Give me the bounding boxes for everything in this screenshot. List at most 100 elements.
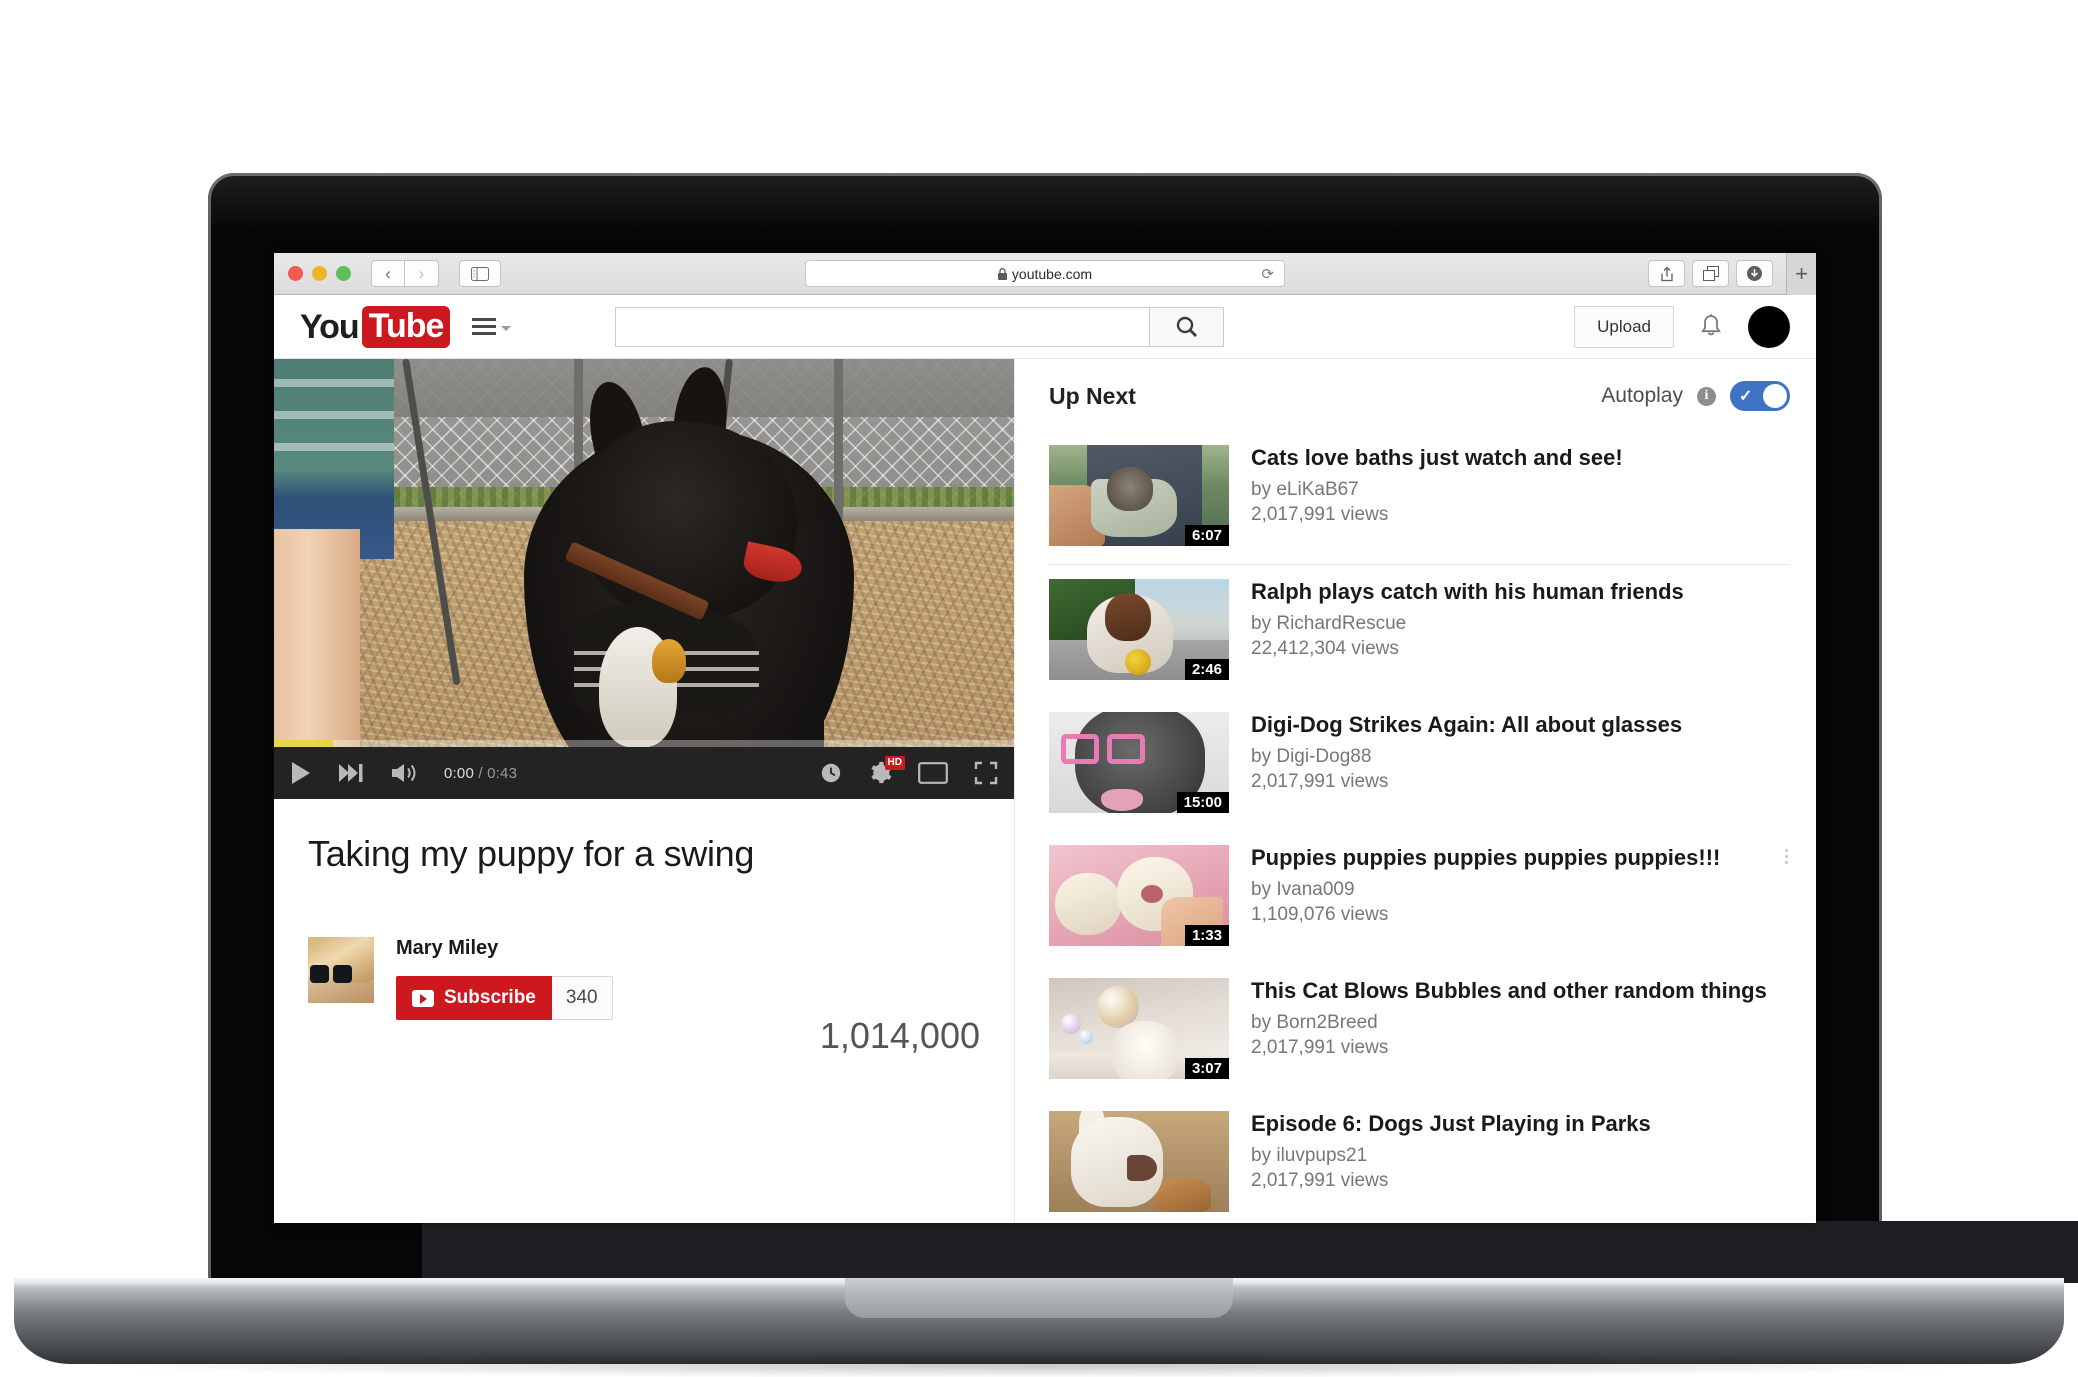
video-title-link[interactable]: Digi-Dog Strikes Again: All about glasse… [1251, 712, 1790, 739]
player-controls-right: HD [820, 756, 998, 785]
video-views: 2,017,991 views [1251, 1169, 1389, 1191]
tab-overview-icon[interactable] [1692, 260, 1729, 287]
video-duration-badge: 1:33 [1184, 925, 1229, 946]
progress-bar[interactable] [274, 740, 1014, 747]
new-tab-button[interactable]: + [1786, 253, 1816, 295]
toolbar-right-buttons: + [1648, 253, 1816, 295]
youtube-masthead: You Tube Upload [274, 295, 1816, 359]
video-channel[interactable]: by Ivana009 [1251, 879, 1790, 901]
video-info: Ralph plays catch with his human friends… [1251, 579, 1790, 680]
channel-row: Mary Miley Subscribe 340 1,014,000 [308, 937, 980, 1056]
video-views: 2,017,991 views [1251, 770, 1389, 792]
more-options-icon[interactable] [1785, 849, 1788, 864]
downloads-icon[interactable] [1736, 260, 1773, 287]
list-item[interactable]: 15:00 Digi-Dog Strikes Again: All about g… [1049, 698, 1790, 831]
list-item[interactable]: 2:46 Ralph plays catch with his human fri… [1049, 565, 1790, 698]
back-icon[interactable]: ‹ [371, 260, 405, 287]
up-next-title: Up Next [1049, 382, 1136, 409]
navigation-buttons[interactable]: ‹ › [371, 260, 439, 287]
video-title-link[interactable]: This Cat Blows Bubbles and other random … [1251, 978, 1790, 1005]
chevron-down-icon [501, 325, 512, 331]
fullscreen-icon[interactable] [974, 761, 998, 785]
video-duration-badge: 15:00 [1176, 792, 1229, 813]
toggle-check-icon: ✓ [1739, 388, 1753, 405]
video-player[interactable]: 0:00 / 0:43 HD [274, 359, 1014, 799]
video-title-link[interactable]: Puppies puppies puppies puppies puppies!… [1251, 845, 1790, 872]
video-views: 22,412,304 views [1251, 637, 1399, 659]
settings-gear-icon[interactable]: HD [868, 756, 905, 785]
player-controls: 0:00 / 0:43 HD [274, 747, 1014, 799]
list-item[interactable]: 3:07 This Cat Blows Bubbles and other ran… [1049, 964, 1790, 1097]
video-info: Digi-Dog Strikes Again: All about glasse… [1251, 712, 1790, 813]
search-icon [1176, 316, 1197, 337]
share-icon[interactable] [1648, 260, 1685, 287]
maximize-window-button[interactable] [336, 266, 351, 281]
video-thumbnail[interactable]: 1:33 [1049, 845, 1229, 946]
dog-id-tag [652, 639, 686, 683]
avatar-sunglasses [310, 965, 354, 985]
hd-badge: HD [884, 756, 905, 770]
sidebar-toggle-icon[interactable] [459, 260, 501, 287]
video-channel[interactable]: by eLiKaB67 [1251, 479, 1790, 501]
video-thumbnail[interactable]: 2:46 [1049, 579, 1229, 680]
video-info: Puppies puppies puppies puppies puppies!… [1251, 845, 1790, 946]
video-info: This Cat Blows Bubbles and other random … [1251, 978, 1790, 1079]
hamburger-bars [472, 318, 497, 335]
video-thumbnail[interactable] [1049, 1111, 1229, 1212]
close-window-button[interactable] [288, 266, 303, 281]
minimize-window-button[interactable] [312, 266, 327, 281]
video-thumbnail[interactable]: 6:07 [1049, 445, 1229, 546]
up-next-header: Up Next Autoplay i ✓ [1049, 381, 1790, 411]
play-icon[interactable] [290, 761, 312, 785]
hamburger-menu-icon[interactable] [472, 318, 512, 335]
video-channel[interactable]: by Born2Breed [1251, 1012, 1790, 1034]
address-bar-text: youtube.com [1011, 265, 1093, 282]
list-item[interactable]: Episode 6: Dogs Just Playing in Parks by … [1049, 1097, 1790, 1223]
autoplay-toggle[interactable]: ✓ [1730, 381, 1790, 411]
search-button[interactable] [1150, 306, 1225, 347]
video-views: 2,017,991 views [1251, 503, 1389, 525]
video-info: Episode 6: Dogs Just Playing in Parks by … [1251, 1111, 1790, 1212]
window-controls[interactable] [288, 266, 351, 281]
time-display: 0:00 / 0:43 [444, 765, 517, 782]
clock-icon[interactable] [820, 762, 842, 784]
video-title-link[interactable]: Ralph plays catch with his human friends [1251, 579, 1790, 606]
lock-icon [997, 267, 1007, 280]
next-video-icon[interactable] [338, 763, 364, 783]
bell-icon[interactable] [1698, 313, 1724, 341]
video-info: Cats love baths just watch and see! by eL… [1251, 445, 1790, 546]
subscribe-label: Subscribe [444, 987, 536, 1008]
subscriber-count: 340 [551, 976, 613, 1020]
video-thumbnail[interactable]: 3:07 [1049, 978, 1229, 1079]
screenshot-stage: ‹ › youtube.com ⟳ + You Tube Upload 0:00… [0, 0, 2078, 1377]
list-item[interactable]: 6:07 Cats love baths just watch and see! b… [1049, 431, 1790, 564]
forward-icon[interactable]: › [405, 260, 439, 287]
logo-you-text: You [300, 307, 360, 346]
video-channel[interactable]: by Digi-Dog88 [1251, 746, 1790, 768]
channel-avatar[interactable] [308, 937, 374, 1003]
video-views: 2,017,991 views [1251, 1036, 1389, 1058]
laptop-base-notch [845, 1278, 1233, 1318]
theater-mode-icon[interactable] [918, 762, 948, 784]
subscribe-button[interactable]: Subscribe [396, 976, 552, 1020]
video-title-link[interactable]: Episode 6: Dogs Just Playing in Parks [1251, 1111, 1790, 1138]
search-input[interactable] [615, 306, 1151, 347]
reload-icon[interactable]: ⟳ [1261, 265, 1274, 283]
volume-icon[interactable] [390, 762, 418, 784]
channel-name: Mary Miley [396, 937, 499, 959]
video-title-link[interactable]: Cats love baths just watch and see! [1251, 445, 1790, 472]
account-avatar[interactable] [1748, 305, 1790, 348]
video-channel[interactable]: by RichardRescue [1251, 613, 1790, 635]
youtube-logo[interactable]: You Tube [300, 305, 451, 348]
upload-button[interactable]: Upload [1574, 305, 1674, 348]
list-item[interactable]: 1:33 Puppies puppies puppies puppies pupp… [1049, 831, 1790, 964]
video-thumbnail[interactable]: 15:00 [1049, 712, 1229, 813]
address-bar[interactable]: youtube.com ⟳ [805, 260, 1285, 287]
page-title: Taking my puppy for a swing [308, 833, 755, 874]
info-icon[interactable]: i [1697, 386, 1716, 406]
video-channel[interactable]: by iluvpups21 [1251, 1145, 1790, 1167]
autoplay-label: Autoplay [1601, 384, 1683, 407]
time-separator: / [478, 764, 483, 782]
video-duration-badge: 6:07 [1184, 525, 1229, 546]
subscribe-row: Subscribe 340 [396, 976, 613, 1020]
